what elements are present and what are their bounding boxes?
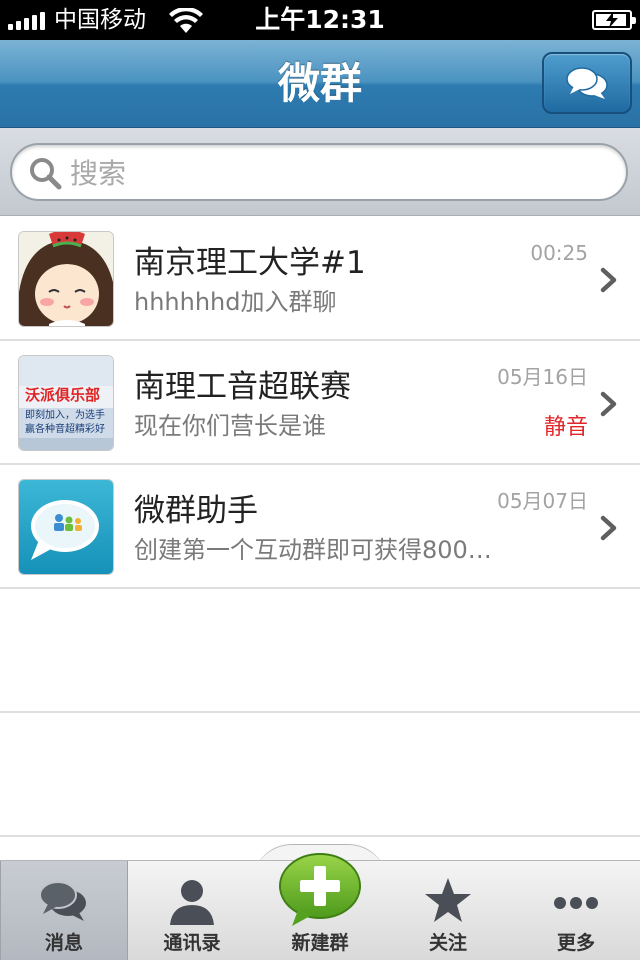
search-input[interactable] (70, 153, 610, 193)
avatar: 沃派俱乐部 即刻加入，为选手 赢各种音超精彩好 (18, 355, 114, 451)
group-name: 南京理工大学#1 (134, 245, 366, 281)
empty-list-row (0, 713, 640, 837)
star-icon (425, 878, 471, 922)
search-bar-area (0, 128, 640, 216)
group-name: 南理工音超联赛 (134, 369, 351, 405)
chevron-right-icon (600, 515, 617, 541)
tab-more[interactable]: 更多 (512, 861, 640, 960)
empty-list-row (0, 589, 640, 713)
clock: 上午12:31 (255, 5, 385, 34)
tab-messages[interactable]: 消息 (0, 861, 128, 960)
tab-contacts[interactable]: 通讯录 (128, 861, 256, 960)
tab-follow[interactable]: 关注 (384, 861, 512, 960)
chevron-right-icon (600, 267, 617, 293)
message-time: 00:25 (530, 241, 588, 265)
last-message: 现在你们营长是谁 (134, 412, 326, 440)
chevron-right-icon (600, 391, 617, 417)
new-group-button[interactable] (278, 852, 362, 928)
mute-badge: 静音 (543, 415, 588, 440)
list-item[interactable]: 沃派俱乐部 即刻加入，为选手 赢各种音超精彩好 南理工音超联赛 现在你们营长是谁… (0, 341, 640, 465)
tab-label: 通讯录 (163, 932, 221, 954)
message-time: 05月07日 (497, 489, 588, 513)
group-list: 南京理工大学#1 hhhhhhd加入群聊 00:25 沃派俱乐部 即刻加入，为选… (0, 217, 640, 837)
avatar-subtext-2: 赢各种音超精彩好 (25, 422, 105, 435)
message-time: 05月16日 (497, 365, 588, 389)
group-name: 微群助手 (134, 493, 258, 529)
avatar (18, 231, 114, 327)
person-icon (170, 880, 214, 925)
last-message: 创建第一个互动群即可获得800… (134, 536, 492, 564)
tab-label: 新建群 (291, 932, 349, 954)
last-message: hhhhhhd加入群聊 (134, 288, 337, 316)
club-poster-avatar-icon: 沃派俱乐部 即刻加入，为选手 赢各种音超精彩好 (19, 356, 113, 450)
tab-label: 消息 (44, 932, 83, 954)
tab-label: 关注 (428, 932, 467, 954)
plus-icon (279, 853, 361, 926)
avatar (18, 479, 114, 575)
more-dots-icon (554, 897, 598, 909)
list-item[interactable]: 南京理工大学#1 hhhhhhd加入群聊 00:25 (0, 217, 640, 341)
avatar-subtext: 即刻加入，为选手 (25, 408, 105, 421)
search-icon (30, 158, 62, 190)
search-box[interactable] (10, 143, 628, 201)
charging-bolt-icon (606, 12, 618, 28)
navigation-bar: 微群 (0, 40, 640, 128)
battery-icon (592, 10, 636, 30)
tab-label: 更多 (556, 932, 595, 954)
status-bar: 中国移动 上午12:31 (0, 0, 640, 40)
chat-button[interactable] (542, 52, 632, 114)
chat-bubbles-icon (39, 881, 86, 921)
cartoon-girl-avatar-icon (19, 232, 113, 326)
avatar-title: 沃派俱乐部 (25, 386, 100, 404)
assistant-chat-avatar-icon (19, 480, 113, 574)
list-item[interactable]: 微群助手 创建第一个互动群即可获得800… 05月07日 (0, 465, 640, 589)
chat-bubbles-icon (566, 67, 608, 99)
